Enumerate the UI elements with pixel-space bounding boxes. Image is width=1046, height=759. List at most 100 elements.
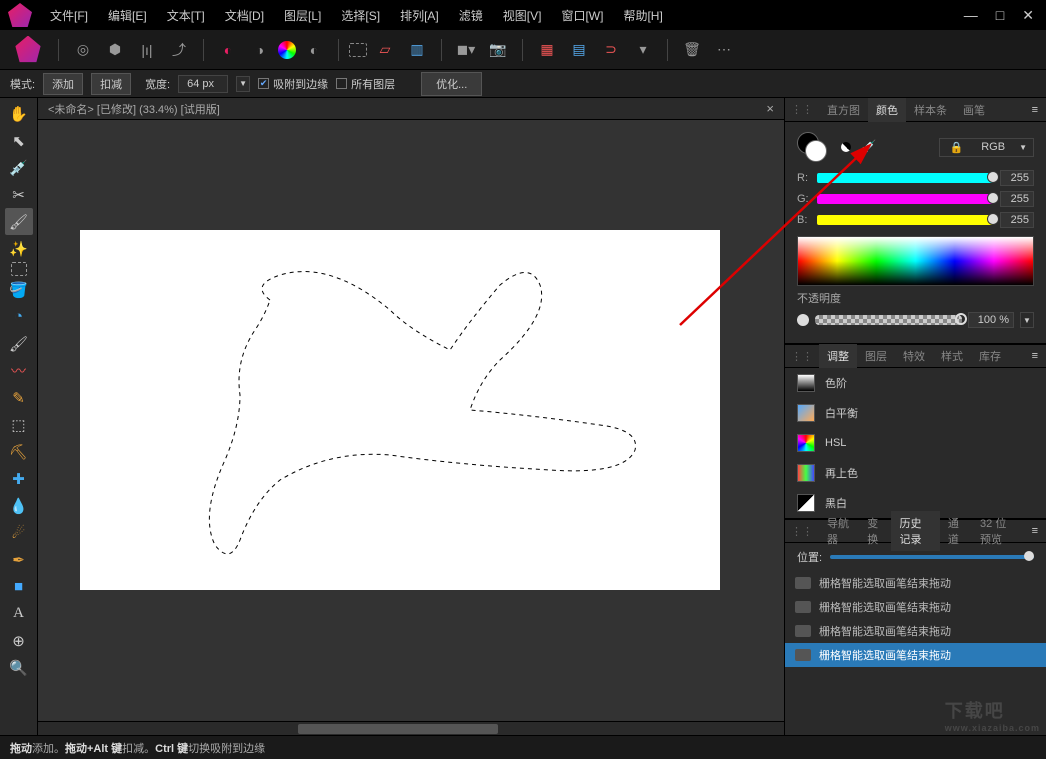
tool-selection-brush-icon[interactable]: 🖌 (5, 208, 33, 235)
tool-halfcircle1-icon[interactable]: ◐ (214, 36, 242, 64)
tool-cube-icon[interactable]: ⬢ (101, 36, 129, 64)
opacity-track[interactable] (815, 315, 962, 325)
menu-view[interactable]: 视图[V] (493, 1, 552, 30)
tool-more-icon[interactable]: ⋯ (710, 36, 738, 64)
tool-text-icon[interactable]: A (5, 600, 33, 627)
menu-edit[interactable]: 编辑[E] (98, 1, 157, 30)
width-value[interactable]: 64 px (178, 75, 228, 93)
position-handle[interactable] (1024, 551, 1034, 561)
adj-recolor[interactable]: 再上色 (785, 458, 1046, 488)
menu-filter[interactable]: 滤镜 (449, 1, 493, 30)
b-handle[interactable] (987, 213, 999, 225)
tool-brush2-icon[interactable]: 〰 (5, 357, 33, 384)
tool-fill-icon[interactable]: ◼▾ (452, 36, 480, 64)
slider-r[interactable]: R: 255 (797, 170, 1034, 186)
tool-marquee-icon[interactable] (349, 43, 367, 57)
document-close-icon[interactable]: × (766, 101, 774, 116)
minimize-icon[interactable]: — (964, 7, 978, 24)
adj-whitebalance[interactable]: 白平衡 (785, 398, 1046, 428)
tab-brush[interactable]: 画笔 (955, 98, 993, 122)
tool-halfcircle3-icon[interactable]: ◐ (300, 36, 328, 64)
width-dropdown-icon[interactable]: ▼ (236, 76, 250, 92)
document-tab[interactable]: <未命名> [已修改] (33.4%) [试用版] × (38, 98, 784, 120)
menu-text[interactable]: 文本[T] (157, 1, 215, 30)
optimize-button[interactable]: 优化... (421, 72, 482, 96)
panel-grip-icon[interactable]: ⋮⋮ (785, 350, 819, 363)
tool-eraser-icon[interactable]: ⬚ (5, 411, 33, 438)
tool-blur-icon[interactable]: 💧 (5, 492, 33, 519)
tab-color[interactable]: 颜色 (868, 98, 906, 122)
menu-arrange[interactable]: 排列[A] (390, 1, 449, 30)
menu-window[interactable]: 窗口[W] (551, 1, 613, 30)
panel-grip-icon[interactable]: ⋮⋮ (785, 103, 819, 116)
g-handle[interactable] (987, 192, 999, 204)
mode-subtract-button[interactable]: 扣减 (91, 73, 131, 95)
all-layers-checkbox[interactable]: 所有图层 (336, 76, 395, 92)
tab-histogram[interactable]: 直方图 (819, 98, 868, 122)
scrollbar-thumb[interactable] (298, 724, 498, 734)
opacity-dropdown-icon[interactable]: ▼ (1020, 312, 1034, 328)
r-value[interactable]: 255 (1000, 170, 1034, 186)
canvas-viewport[interactable] (38, 120, 784, 721)
panel-menu-icon[interactable]: ≡ (1024, 350, 1046, 362)
r-handle[interactable] (987, 171, 999, 183)
maximize-icon[interactable]: □ (996, 7, 1004, 24)
fg-swatch[interactable] (805, 140, 827, 162)
tool-dropdown-icon[interactable]: ▾ (629, 36, 657, 64)
canvas[interactable] (80, 230, 720, 590)
tool-grid2-icon[interactable]: ▤ (565, 36, 593, 64)
slider-g[interactable]: G: 255 (797, 191, 1034, 207)
opacity-handle[interactable] (955, 313, 967, 325)
adj-hsl[interactable]: HSL (785, 428, 1046, 458)
close-icon[interactable]: ✕ (1022, 7, 1034, 24)
tool-halfcircle2-icon[interactable]: ◑ (246, 36, 274, 64)
tool-target-icon[interactable]: ◎ (69, 36, 97, 64)
color-picker-eyedropper-icon[interactable]: 💉 (859, 139, 876, 156)
position-slider[interactable] (830, 555, 1034, 559)
tool-paintbrush-icon[interactable]: 🖌 (5, 330, 33, 357)
horizontal-scrollbar[interactable] (38, 721, 784, 735)
tool-shape-icon[interactable]: ■ (5, 573, 33, 600)
b-value[interactable]: 255 (1000, 212, 1034, 228)
tool-share-icon[interactable]: ⤴ (165, 36, 193, 64)
tab-stock[interactable]: 库存 (971, 344, 1009, 368)
tool-waves-icon[interactable]: |ı| (133, 36, 161, 64)
color-mode-select[interactable]: 🔒 RGB ▼ (939, 138, 1034, 157)
g-value[interactable]: 255 (1000, 191, 1034, 207)
menu-help[interactable]: 帮助[H] (613, 1, 672, 30)
tab-adjust[interactable]: 调整 (819, 344, 857, 368)
tool-flood-icon[interactable]: 🪣 (5, 276, 33, 303)
history-item[interactable]: 栅格智能选取画笔结束拖动 (785, 571, 1046, 595)
tool-hand-icon[interactable]: ✋ (5, 100, 33, 127)
tab-styles[interactable]: 样式 (933, 344, 971, 368)
tool-colorwheel-icon[interactable] (278, 41, 296, 59)
panel-menu-icon[interactable]: ≡ (1024, 104, 1046, 116)
tool-camera-icon[interactable]: 📷 (484, 36, 512, 64)
tool-zoom-icon[interactable]: 🔍 (5, 654, 33, 681)
history-item[interactable]: 栅格智能选取画笔结束拖动 (785, 595, 1046, 619)
panel-menu-icon[interactable]: ≡ (1024, 525, 1046, 537)
menu-select[interactable]: 选择[S] (331, 1, 390, 30)
slider-b[interactable]: B: 255 (797, 212, 1034, 228)
snap-checkbox[interactable]: ✔吸附到边缘 (258, 76, 328, 92)
tab-swatches[interactable]: 样本条 (906, 98, 955, 122)
tab-fx[interactable]: 特效 (895, 344, 933, 368)
tool-crop-icon[interactable]: ✂ (5, 181, 33, 208)
tool-move-icon[interactable]: ⬉ (5, 127, 33, 154)
tool-pencil-icon[interactable]: ✎ (5, 384, 33, 411)
history-item[interactable]: 栅格智能选取画笔结束拖动 (785, 619, 1046, 643)
tool-smudge-icon[interactable]: ☄ (5, 519, 33, 546)
menu-file[interactable]: 文件[F] (40, 1, 98, 30)
b-track[interactable] (817, 215, 994, 225)
swap-swatch-icon[interactable] (841, 142, 851, 152)
opacity-slider[interactable]: 100 % ▼ (797, 312, 1034, 328)
tab-layers[interactable]: 图层 (857, 344, 895, 368)
tool-stamp-icon[interactable]: ⛏ (5, 438, 33, 465)
tool-magnet-icon[interactable]: ⊃ (597, 36, 625, 64)
color-spectrum[interactable] (797, 236, 1034, 286)
opacity-start-handle[interactable] (797, 314, 809, 326)
tool-eyedropper-icon[interactable]: 💉 (5, 154, 33, 181)
history-item-current[interactable]: 栅格智能选取画笔结束拖动 (785, 643, 1046, 667)
r-track[interactable] (817, 173, 994, 183)
menu-document[interactable]: 文档[D] (215, 1, 274, 30)
